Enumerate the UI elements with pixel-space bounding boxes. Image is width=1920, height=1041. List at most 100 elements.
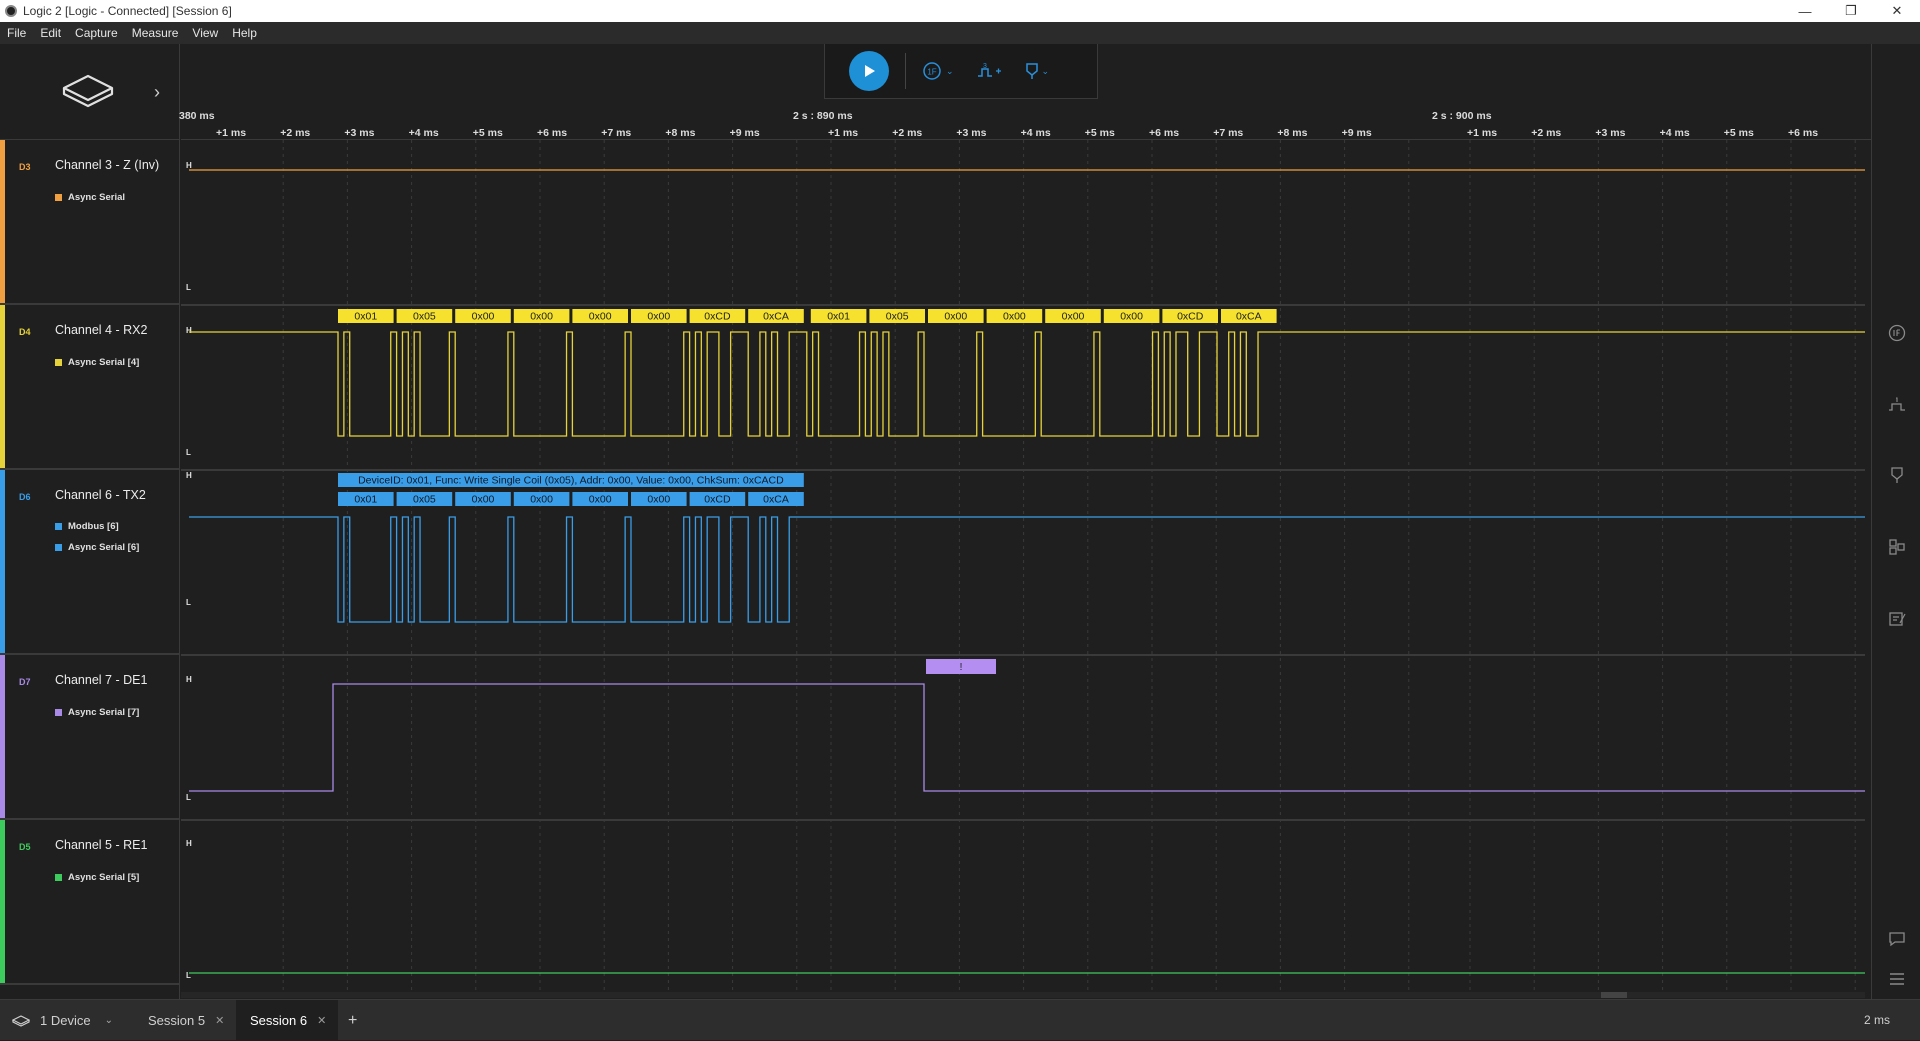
new-session-button[interactable]: + [348, 1000, 372, 1041]
analyzer-label[interactable]: Modbus [6] [55, 521, 119, 532]
analyzer-label[interactable]: Async Serial [7] [55, 707, 139, 718]
ruler-tick-label: +9 ms [1341, 127, 1372, 139]
decode-value: 0xCD [1177, 311, 1204, 323]
menu-file[interactable]: File [0, 26, 33, 40]
level-high-label: H [186, 839, 192, 848]
minimize-button[interactable]: — [1782, 0, 1828, 22]
ruler-tick-label: +1 ms [1467, 127, 1498, 139]
channel-color-bar [0, 655, 5, 818]
tab-session-5[interactable]: Session 5 ✕ [130, 1000, 234, 1041]
menu-icon[interactable] [1888, 970, 1906, 988]
notifications-icon[interactable] [1888, 930, 1906, 948]
channel-id: D7 [19, 677, 31, 687]
menu-edit[interactable]: Edit [33, 26, 68, 40]
channel-row[interactable]: D3 Channel 3 - Z (Inv) Async Serial [0, 140, 180, 305]
channel-row[interactable]: D5 Channel 5 - RE1 Async Serial [5] [0, 820, 180, 985]
ruler-tick-label: +8 ms [665, 127, 696, 139]
device-icon[interactable] [60, 72, 116, 112]
analyzer-color-swatch [55, 194, 62, 201]
restore-button[interactable]: ❐ [1828, 0, 1874, 22]
menu-measure[interactable]: Measure [125, 26, 186, 40]
channel-name[interactable]: Channel 6 - TX2 [55, 488, 146, 502]
chevron-down-icon: ⌄ [104, 1015, 113, 1026]
menu-bar: File Edit Capture Measure View Help [0, 22, 1920, 44]
analyzer-label[interactable]: Async Serial [4] [55, 357, 139, 368]
trigger-icon[interactable] [1888, 324, 1906, 342]
right-sidebar [1871, 44, 1920, 999]
analyzer-label[interactable]: Async Serial [55, 192, 125, 203]
channel-color-bar [0, 470, 5, 653]
channel-4-waveform [189, 331, 1865, 437]
start-capture-button[interactable] [849, 51, 889, 91]
device-box: › [0, 44, 180, 140]
time-ruler[interactable]: 380 ms 2 s : 890 ms 2 s : 900 ms +1 ms +2 ms… [179, 100, 1871, 140]
device-selector[interactable]: 1 Device ⌄ [0, 1000, 125, 1041]
app-logo-icon [5, 5, 17, 17]
ruler-tick-label: +3 ms [344, 127, 375, 139]
analyzer-label[interactable]: Async Serial [6] [55, 542, 139, 553]
trigger-menu-button[interactable]: 1F ⌄ [922, 62, 954, 80]
channel-name[interactable]: Channel 7 - DE1 [55, 673, 147, 687]
analyzer-name: Async Serial [4] [68, 357, 140, 368]
scroll-thumb[interactable] [1601, 992, 1627, 998]
channel-row[interactable]: D7 Channel 7 - DE1 Async Serial [7] [0, 655, 180, 820]
channel-name[interactable]: Channel 4 - RX2 [55, 323, 147, 337]
ruler-tick-label: +1 ms [216, 127, 247, 139]
decode-value: 0x01 [354, 494, 377, 506]
decode-value: 0x00 [589, 494, 612, 506]
decode-value: 0x00 [1120, 311, 1143, 323]
measure-icon: 3 [977, 63, 1001, 77]
channel-name[interactable]: Channel 5 - RE1 [55, 838, 147, 852]
device-count-label: 1 Device [40, 1013, 91, 1028]
analyzers-icon[interactable] [1888, 538, 1906, 556]
analyzer-label[interactable]: Async Serial [5] [55, 872, 139, 883]
decode-value: 0x05 [886, 311, 909, 323]
ruler-tick-label: +6 ms [1788, 127, 1819, 139]
menu-capture[interactable]: Capture [68, 26, 125, 40]
capture-toolbar: 1F ⌄ 3 ⌄ [824, 44, 1098, 99]
horizontal-scrollbar[interactable] [181, 992, 1865, 998]
decode-value: 0x00 [647, 311, 670, 323]
level-low-label: L [186, 283, 191, 292]
menu-view[interactable]: View [185, 26, 225, 40]
level-low-label: L [186, 793, 191, 802]
channel-row[interactable]: D6 Channel 6 - TX2 Modbus [6] Async Serial… [0, 470, 180, 655]
channel-6-waveform [189, 516, 1865, 623]
analyzer-color-swatch [55, 523, 62, 530]
channel-color-bar [0, 140, 5, 303]
marker-menu-button[interactable]: ⌄ [1024, 62, 1050, 80]
ruler-tick-label: +2 ms [1531, 127, 1562, 139]
session-tab-bar: 1 Device ⌄ Session 5 ✕ Session 6 ✕ + 2 m… [0, 999, 1920, 1041]
close-tab-icon[interactable]: ✕ [317, 1014, 326, 1027]
analyzer-name: Async Serial [5] [68, 872, 140, 883]
waveform-view[interactable]: HLHLHLHLHL0x01 0x05 0x00 0x00 0x00 0x00 0xCD 0x… [181, 140, 1865, 999]
channel-row[interactable]: D4 Channel 4 - RX2 Async Serial [4] [0, 305, 180, 470]
close-tab-icon[interactable]: ✕ [215, 1014, 224, 1027]
decode-value: 0xCA [1236, 311, 1262, 323]
measure-icon[interactable] [1888, 396, 1906, 414]
decode-value: 0x00 [1003, 311, 1026, 323]
tab-session-6[interactable]: Session 6 ✕ [236, 1000, 338, 1041]
ruler-tick-label: +3 ms [1595, 127, 1626, 139]
extensions-icon[interactable] [1888, 610, 1906, 628]
close-button[interactable]: ✕ [1874, 0, 1920, 22]
marker-icon[interactable] [1888, 466, 1906, 484]
menu-help[interactable]: Help [225, 26, 264, 40]
marker-icon [1025, 63, 1038, 79]
title-bar: Logic 2 [Logic - Connected] [Session 6] … [0, 0, 1920, 22]
chevron-down-icon: ⌄ [1041, 65, 1050, 76]
modbus-frame-text: DeviceID: 0x01, Func: Write Single Coil … [358, 475, 784, 487]
add-measurement-button[interactable]: 3 [976, 62, 1002, 80]
expand-chevron-icon[interactable]: › [154, 82, 160, 103]
device-icon [12, 1014, 30, 1027]
analyzer-color-swatch [55, 544, 62, 551]
analyzer-color-swatch [55, 359, 62, 366]
channel-id: D4 [19, 327, 31, 337]
decode-value: 0xCA [763, 494, 789, 506]
level-high-label: H [186, 675, 192, 684]
level-high-label: H [186, 161, 192, 170]
decode-value: 0x00 [472, 494, 495, 506]
decode-value: 0x05 [413, 311, 436, 323]
channel-name[interactable]: Channel 3 - Z (Inv) [55, 158, 159, 172]
main-area: › D3 Channel 3 - Z (Inv) Async Serial D4 … [0, 44, 1920, 999]
